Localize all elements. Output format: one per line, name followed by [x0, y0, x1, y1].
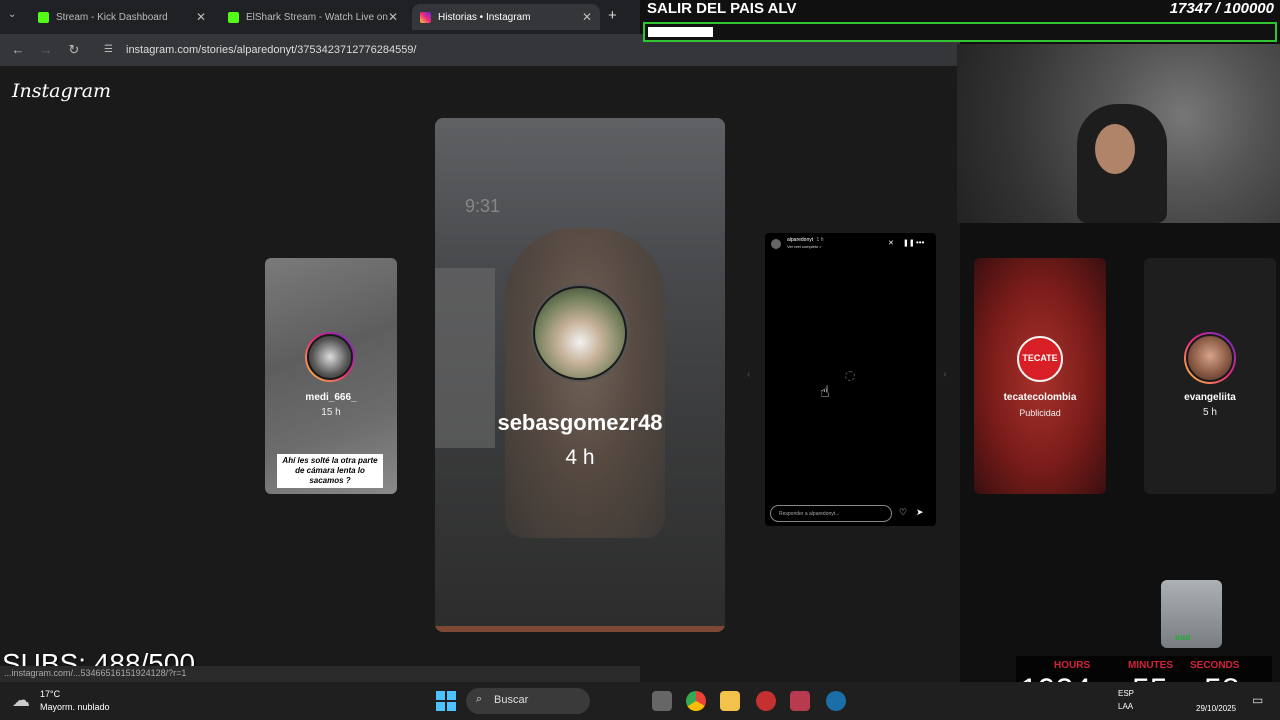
search-icon: ⌕ — [476, 693, 483, 705]
goal-title: SALIR DEL PAIS ALV — [647, 0, 797, 17]
timer-hours-label: HOURS — [1054, 660, 1091, 671]
taskbar-date[interactable]: 29/10/2025 — [1196, 704, 1236, 713]
notifications-icon[interactable]: ▭ — [1252, 693, 1263, 707]
loading-spinner-icon — [845, 371, 855, 381]
tab-kick-dashboard[interactable]: Stream - Kick Dashboard ✕ — [30, 4, 214, 30]
chrome-icon[interactable] — [686, 691, 706, 711]
goal-progress-fill — [648, 27, 714, 37]
windows-start-icon[interactable] — [436, 691, 456, 711]
windows-taskbar: ☁ 17°C Mayorm. nublado ⌕ Buscar ESP LAA … — [0, 682, 1280, 720]
reload-icon[interactable]: ↻ — [66, 42, 82, 58]
kick-icon — [228, 11, 239, 23]
avatar — [531, 284, 629, 382]
story-subtitle[interactable]: Ver reel completo > — [787, 244, 822, 249]
taskbar-search-input[interactable]: ⌕ Buscar — [466, 688, 590, 714]
story-time: 5 h — [1203, 407, 1217, 418]
keyboard-language[interactable]: ESP — [1118, 689, 1134, 698]
story-image — [505, 228, 665, 538]
close-icon[interactable]: ✕ — [582, 10, 592, 24]
forward-arrow-icon[interactable]: → — [38, 42, 54, 58]
app-icon[interactable] — [790, 691, 810, 711]
more-options-icon[interactable]: ••• — [916, 238, 924, 247]
weather-temperature[interactable]: 17°C — [40, 689, 60, 699]
instagram-logo[interactable]: Instagram — [12, 80, 111, 102]
close-icon[interactable]: ✕ — [388, 10, 398, 24]
send-icon[interactable]: ➤ — [916, 507, 924, 518]
new-tab-plus-icon[interactable]: + — [608, 7, 617, 24]
story-time: 15 h — [321, 407, 341, 418]
app-icon[interactable] — [756, 691, 776, 711]
pause-icon[interactable]: ❚❚ — [903, 239, 915, 247]
story-username: evangeliita — [1184, 392, 1236, 403]
heart-icon[interactable]: ♡ — [899, 507, 907, 518]
story-player-alparedonyt[interactable]: alparedonyt 1 h Ver reel completo > ✕ ❚❚… — [765, 233, 936, 526]
story-username: medi_666_ — [305, 392, 357, 403]
previous-story-chevron-icon[interactable]: ‹ — [747, 369, 750, 380]
tab-label: ElShark Stream - Watch Live on — [246, 11, 388, 23]
close-icon[interactable]: ✕ — [196, 10, 206, 24]
timer-seconds-label: SECONDS — [1190, 660, 1240, 671]
story-sponsored-label: Publicidad — [1019, 408, 1061, 418]
next-story-chevron-icon[interactable]: › — [943, 369, 946, 380]
webcam-feed — [957, 44, 1280, 223]
story-username: alparedonyt 1 h — [787, 237, 824, 243]
cup-image: ʁʁʁ — [1161, 580, 1222, 648]
story-username: sebasgomezr48 — [497, 410, 663, 435]
tab-instagram-stories[interactable]: Historias • Instagram ✕ — [412, 4, 600, 30]
site-info-icon[interactable]: ☰ — [104, 44, 113, 55]
goal-progress-bar — [643, 22, 1277, 42]
tab-label: Historias • Instagram — [438, 11, 531, 23]
weather-cloud-icon[interactable]: ☁ — [12, 690, 30, 711]
story-time: 4 h — [565, 446, 595, 469]
avatar: TECATE — [1017, 336, 1063, 382]
steam-icon[interactable] — [826, 691, 846, 711]
mute-icon[interactable]: ✕ — [888, 239, 894, 247]
browser-status-url: ...instagram.com/...53466516151924128/?r… — [0, 666, 640, 682]
story-progress-strip — [435, 626, 725, 632]
search-placeholder: Buscar — [494, 694, 529, 706]
tab-search-dropdown-icon[interactable]: ⌄ — [8, 9, 16, 20]
kick-icon — [38, 11, 49, 23]
timer-minutes-label: MINUTES — [1128, 660, 1173, 671]
avatar — [1184, 332, 1236, 384]
keyboard-layout[interactable]: LAA — [1118, 702, 1133, 711]
goal-count: 17347 / 100000 — [1169, 0, 1274, 17]
avatar — [305, 332, 355, 382]
story-caption: Ahí les solté la otra parte de cámara le… — [277, 454, 383, 488]
instagram-icon — [420, 11, 431, 23]
story-card-medi[interactable]: medi_666_ 15 h Ahí les solté la otra par… — [265, 258, 397, 494]
webcam-face — [1095, 124, 1135, 174]
mouse-cursor-icon: ☝ — [820, 384, 830, 401]
cup-label: ʁʁʁ — [1175, 632, 1191, 642]
back-arrow-icon[interactable]: ← — [10, 42, 26, 58]
weather-description[interactable]: Mayorm. nublado — [40, 702, 110, 712]
reply-input[interactable]: Responder a alparedonyt... — [770, 505, 892, 522]
file-explorer-icon[interactable] — [720, 691, 740, 711]
story-clock-text: 9:31 — [465, 196, 501, 216]
story-username: tecatecolombia — [1003, 392, 1077, 403]
story-card-evangeliita[interactable]: evangeliita 5 h — [1144, 258, 1276, 494]
tab-elshark-stream[interactable]: ElShark Stream - Watch Live on ✕ — [220, 4, 406, 30]
task-view-icon[interactable] — [652, 691, 672, 711]
address-url-field[interactable]: instagram.com/stories/alparedonyt/375342… — [126, 44, 416, 56]
browser-tab-bar: ⌄ Stream - Kick Dashboard ✕ ElShark Stre… — [0, 0, 640, 34]
avatar — [771, 239, 781, 249]
story-card-tecatecolombia[interactable]: TECATE tecatecolombia Publicidad — [974, 258, 1106, 494]
tab-label: Stream - Kick Dashboard — [56, 11, 168, 23]
tecate-logo-text: TECATE — [1022, 353, 1058, 363]
